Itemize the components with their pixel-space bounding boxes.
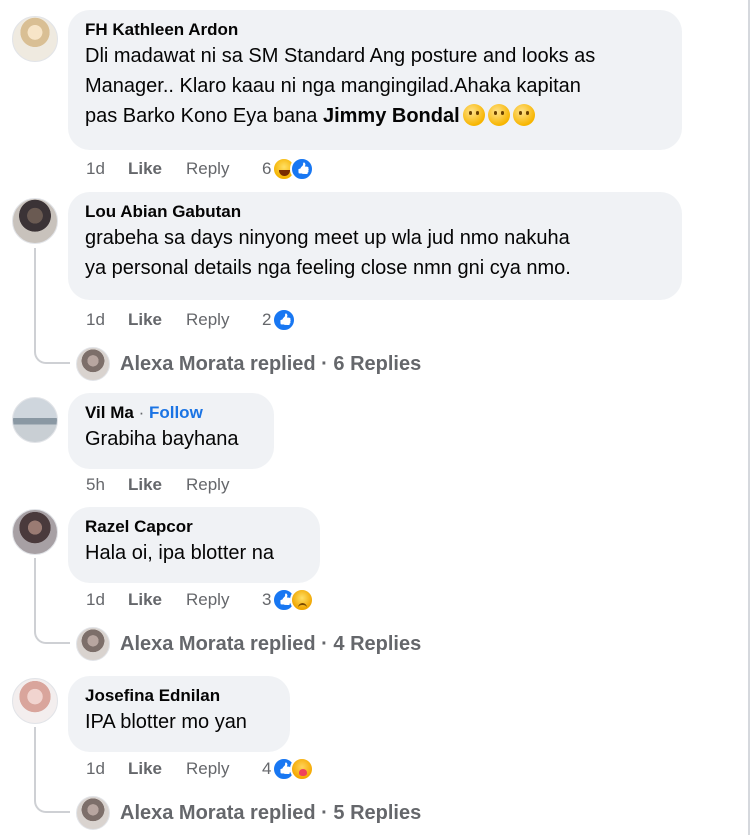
thread-connector: [34, 558, 70, 644]
comment-actions: 1d Like Reply 4: [86, 757, 315, 781]
view-replies-row[interactable]: Alexa Morata replied · 5 Replies: [76, 795, 421, 831]
reaction-count[interactable]: 2: [262, 310, 271, 330]
comment-time[interactable]: 5h: [86, 475, 128, 495]
comment-actions: 1d Like Reply 6: [86, 157, 315, 181]
comment-actions: 5h Like Reply: [86, 473, 262, 497]
comment-text-line: Hala oi, ipa blotter na: [85, 542, 275, 564]
comment-author[interactable]: FH Kathleen Ardon: [85, 19, 664, 41]
comment-text-line: grabeha sa days ninyong meet up wla jud …: [85, 227, 570, 249]
comment-text-line: Dli madawat ni sa SM Standard Ang postur…: [85, 45, 596, 67]
avatar: [76, 347, 110, 381]
reply-button[interactable]: Reply: [186, 590, 262, 610]
comment-author[interactable]: Razel Capcor: [85, 516, 302, 538]
comment-bubble: Josefina Ednilan IPA blotter mo yan: [68, 676, 290, 752]
comment-text-line: IPA blotter mo yan: [85, 711, 247, 733]
reaction-count[interactable]: 3: [262, 590, 271, 610]
avatar[interactable]: [12, 678, 58, 724]
comment-bubble: Vil Ma · Follow Grabiha bayhana: [68, 393, 274, 469]
avatar[interactable]: [12, 397, 58, 443]
separator-dot: ·: [138, 403, 145, 422]
like-button[interactable]: Like: [128, 310, 186, 330]
thread-connector: [34, 248, 70, 364]
avatar[interactable]: [12, 16, 58, 62]
smile-emoji-icon: [462, 104, 485, 126]
comment-text: Grabiha bayhana: [85, 424, 256, 454]
reply-button[interactable]: Reply: [186, 310, 262, 330]
comment-author: Vil Ma · Follow: [85, 402, 256, 424]
comment-actions: 1d Like Reply 3: [86, 588, 315, 612]
comment-text: grabeha sa days ninyong meet up wla jud …: [85, 223, 664, 283]
sad-reaction-icon[interactable]: [290, 588, 315, 612]
comment-bubble: Lou Abian Gabutan grabeha sa days ninyon…: [68, 192, 682, 300]
like-button[interactable]: Like: [128, 590, 186, 610]
comment-bubble: FH Kathleen Ardon Dli madawat ni sa SM S…: [68, 10, 682, 150]
like-reaction-icon[interactable]: [290, 157, 315, 181]
comment-time[interactable]: 1d: [86, 159, 128, 179]
comment-text-line: pas Barko Kono Eya bana Jimmy Bondal: [85, 101, 664, 131]
comment-time[interactable]: 1d: [86, 590, 128, 610]
comment-text-line: Manager.. Klaro kaau ni nga mangingilad.…: [85, 75, 581, 97]
reply-button[interactable]: Reply: [186, 159, 262, 179]
avatar[interactable]: [12, 509, 58, 555]
smile-emoji-icon: [487, 104, 510, 126]
comment-author[interactable]: Lou Abian Gabutan: [85, 201, 664, 223]
reply-button[interactable]: Reply: [186, 759, 262, 779]
comment-actions: 1d Like Reply 2: [86, 308, 297, 332]
comment-bubble: Razel Capcor Hala oi, ipa blotter na: [68, 507, 320, 583]
view-replies-link[interactable]: Alexa Morata replied · 6 Replies: [120, 353, 421, 376]
comment-text-line: ya personal details nga feeling close nm…: [85, 257, 571, 279]
smile-emoji-icon: [512, 104, 535, 126]
comment-text: Hala oi, ipa blotter na: [85, 538, 302, 568]
like-button[interactable]: Like: [128, 475, 186, 495]
avatar[interactable]: [12, 198, 58, 244]
care-reaction-icon[interactable]: [290, 757, 315, 781]
comments-panel: FH Kathleen Ardon Dli madawat ni sa SM S…: [0, 0, 750, 835]
comment-text-fragment: pas Barko Kono Eya bana: [85, 105, 323, 127]
reaction-count[interactable]: 4: [262, 759, 271, 779]
thread-connector: [34, 727, 70, 813]
reply-button[interactable]: Reply: [186, 475, 262, 495]
comment-text: Dli madawat ni sa SM Standard Ang postur…: [85, 41, 664, 131]
comment-time[interactable]: 1d: [86, 759, 128, 779]
reaction-count[interactable]: 6: [262, 159, 271, 179]
like-button[interactable]: Like: [128, 759, 186, 779]
view-replies-row[interactable]: Alexa Morata replied · 4 Replies: [76, 626, 421, 662]
comment-author[interactable]: Josefina Ednilan: [85, 685, 272, 707]
comment-time[interactable]: 1d: [86, 310, 128, 330]
comment-text: IPA blotter mo yan: [85, 707, 272, 737]
comment-author-name[interactable]: Vil Ma: [85, 403, 134, 422]
view-replies-link[interactable]: Alexa Morata replied · 5 Replies: [120, 802, 421, 825]
comment-text-line: Grabiha bayhana: [85, 428, 239, 450]
follow-button[interactable]: Follow: [149, 403, 203, 422]
view-replies-link[interactable]: Alexa Morata replied · 4 Replies: [120, 633, 421, 656]
like-button[interactable]: Like: [128, 159, 186, 179]
avatar: [76, 796, 110, 830]
view-replies-row[interactable]: Alexa Morata replied · 6 Replies: [76, 346, 421, 382]
mention-link[interactable]: Jimmy Bondal: [323, 105, 460, 127]
avatar: [76, 627, 110, 661]
like-reaction-icon[interactable]: [272, 308, 297, 332]
